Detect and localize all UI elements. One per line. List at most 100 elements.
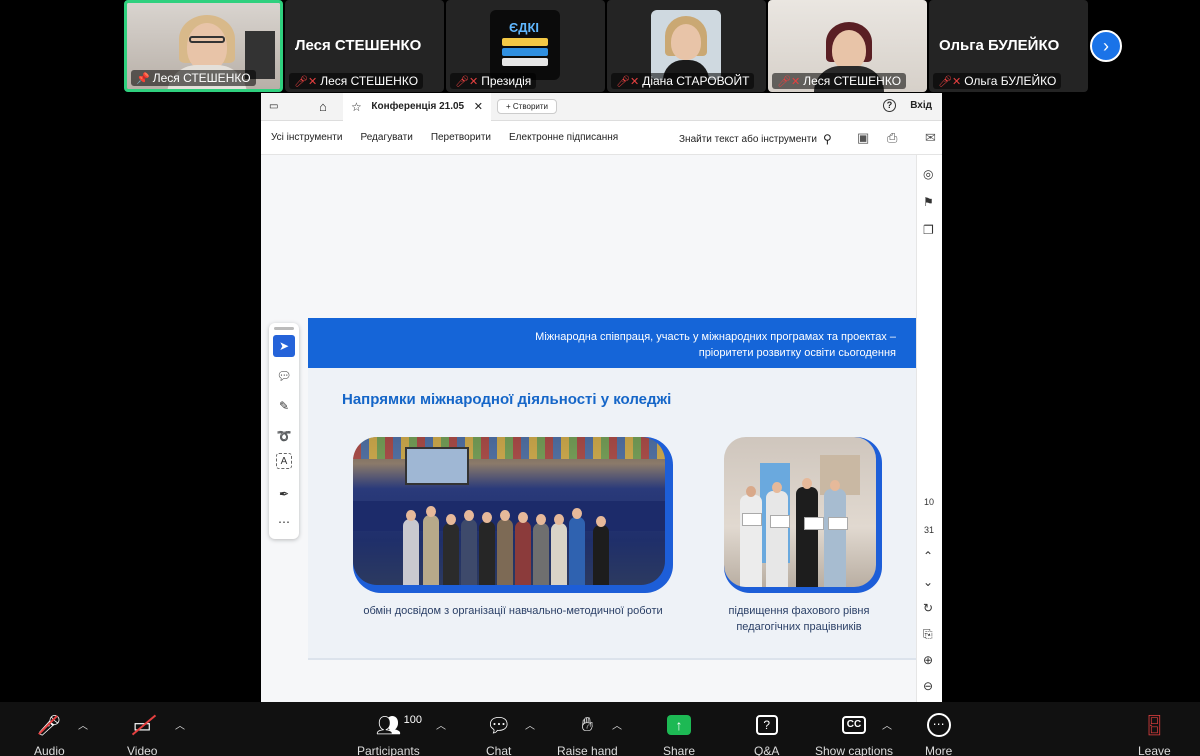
more-icon: ⋯ <box>926 712 951 738</box>
sign-in-button[interactable]: Вхід <box>910 100 932 111</box>
annotation-toolbox: ➤ 💬︎ ✎ ➰ A ✒ ⋯ <box>269 323 299 539</box>
menu-all-tools[interactable]: Усі інструменти <box>271 132 342 143</box>
document-canvas: ➤ 💬︎ ✎ ➰ A ✒ ⋯ Міжнародна співпраця, уча… <box>261 155 916 702</box>
participant-tile[interactable]: 🎤︎✕ Діана СТАРОВОЙТ <box>607 0 766 92</box>
slide-photo-group <box>353 437 673 593</box>
participant-nametag: 🎤︎✕ Президія <box>450 73 537 89</box>
bookmark-icon[interactable]: ⚑ <box>923 195 934 209</box>
pin-icon: 📌 <box>136 72 150 85</box>
toolbox-grip[interactable] <box>274 327 294 330</box>
pen-icon[interactable]: ✎ <box>273 395 295 417</box>
mail-icon[interactable]: ✉ <box>925 130 936 146</box>
participants-count: 100 <box>403 714 423 726</box>
participant-tile[interactable]: 🎤︎✕ Леся СТЕШЕНКО <box>768 0 927 92</box>
leave-button[interactable]: 🚪︎ Leave <box>1138 712 1171 756</box>
slide-header: Міжнародна співпраця, участь у міжнародн… <box>308 318 916 368</box>
hand-icon: ✋︎ <box>581 713 594 736</box>
print-icon[interactable]: ⎙ <box>887 130 897 146</box>
raise-hand-button[interactable]: ✋︎ Raise hand <box>557 712 618 756</box>
save-icon[interactable]: ▣ <box>857 130 869 146</box>
photo-certificates <box>724 437 876 587</box>
photo-caption-2: підвищення фахового рівня педагогічних п… <box>728 605 870 633</box>
participants-button[interactable]: 👥︎ 100 Participants <box>357 712 423 756</box>
participant-nametag: 🎤︎✕ Леся СТЕШЕНКО <box>289 73 424 89</box>
participant-nametag: 🎤︎✕ Діана СТАРОВОЙТ <box>611 73 755 89</box>
shared-screen: ▭ ⌂ ☆ Конференція 21.05 ✕ + Створити ? В… <box>261 93 942 702</box>
presentation-slide: Міжнародна співпраця, участь у міжнародн… <box>308 318 916 660</box>
pages-icon[interactable]: ❐ <box>923 223 934 237</box>
mic-muted-icon: 🎤︎✕ <box>294 75 318 88</box>
pdf-tab-bar: ▭ ⌂ ☆ Конференція 21.05 ✕ + Створити ? В… <box>261 93 942 121</box>
mic-muted-icon: 🎤︎✕ <box>938 75 962 88</box>
reactions-chevron-icon[interactable]: ︿ <box>612 717 622 732</box>
help-icon[interactable]: ? <box>883 99 896 112</box>
video-button[interactable]: ▭ Video <box>127 712 157 756</box>
captions-options-chevron-icon[interactable]: ︿ <box>882 717 892 732</box>
audio-options-chevron-icon[interactable]: ︿ <box>78 717 88 732</box>
menu-e-sign[interactable]: Електронне підписання <box>509 132 618 143</box>
new-tab-button[interactable]: + Створити <box>497 99 557 114</box>
comment-icon[interactable]: 💬︎ <box>273 365 295 387</box>
mic-muted-icon: 🎤︎ <box>36 714 63 737</box>
more-button[interactable]: ⋯ More <box>925 712 952 756</box>
zoom-in-icon[interactable]: ⊕ <box>923 653 933 667</box>
star-icon[interactable]: ☆ <box>351 100 362 114</box>
right-tool-rail: ◎ ⚑ ❐ 10 31 ⌃ ⌄ ↻ ⎘ ⊕ ⊖ <box>916 155 942 702</box>
page-down-icon[interactable]: ⌄ <box>923 575 933 589</box>
search-icon: ⚲ <box>822 132 832 146</box>
slide-title: Напрямки міжнародної діяльності у коледж… <box>342 391 672 408</box>
participant-strip: 📌 Леся СТЕШЕНКО Леся СТЕШЕНКО 🎤︎✕ Леся С… <box>124 0 1088 92</box>
comment-panel-icon[interactable]: ◎ <box>923 167 933 181</box>
close-icon[interactable]: ✕ <box>474 100 483 113</box>
slide-photo-group <box>724 437 882 593</box>
participant-avatar: ЄДКІ <box>490 10 560 80</box>
participant-nametag: 🎤︎✕ Леся СТЕШЕНКО <box>772 73 907 89</box>
meeting-window: 📌 Леся СТЕШЕНКО Леся СТЕШЕНКО 🎤︎✕ Леся С… <box>0 0 1200 756</box>
select-cursor-icon[interactable]: ➤ <box>273 335 295 357</box>
text-box-icon[interactable]: A <box>276 453 292 469</box>
home-icon[interactable]: ⌂ <box>311 93 343 121</box>
captions-icon: CC <box>842 712 867 738</box>
menu-convert[interactable]: Перетворити <box>431 132 491 143</box>
participant-nametag: 📌 Леся СТЕШЕНКО <box>131 70 256 86</box>
pdf-menu-bar: Усі інструменти Редагувати Перетворити Е… <box>261 121 942 155</box>
sign-icon[interactable]: ✒ <box>273 483 295 505</box>
find-tools[interactable]: Знайти текст або інструменти ⚲ <box>679 132 832 146</box>
mic-muted-icon: 🎤︎✕ <box>777 75 801 88</box>
window-icon[interactable]: ▭ <box>261 93 311 121</box>
photo-conference-hall <box>353 437 665 585</box>
audio-button[interactable]: 🎤︎ Audio <box>34 712 65 756</box>
leave-icon: 🚪︎ <box>1141 714 1168 737</box>
chat-options-chevron-icon[interactable]: ︿ <box>525 717 535 732</box>
mic-muted-icon: 🎤︎✕ <box>616 75 640 88</box>
more-tools-icon[interactable]: ⋯ <box>273 511 295 533</box>
current-page-number[interactable]: 10 <box>924 497 934 507</box>
participant-tile[interactable]: Леся СТЕШЕНКО 🎤︎✕ Леся СТЕШЕНКО <box>285 0 444 92</box>
participants-options-chevron-icon[interactable]: ︿ <box>436 717 446 732</box>
mic-muted-icon: 🎤︎✕ <box>455 75 479 88</box>
document-tab[interactable]: ☆ Конференція 21.05 ✕ <box>343 93 491 121</box>
total-pages: 31 <box>924 525 935 535</box>
extract-page-icon[interactable]: ⎘ <box>923 627 933 642</box>
chat-icon: 💬︎ <box>486 714 512 737</box>
zoom-out-icon[interactable]: ⊖ <box>923 679 933 693</box>
participant-tile[interactable]: Ольга БУЛЕЙКО 🎤︎✕ Ольга БУЛЕЙКО <box>929 0 1088 92</box>
menu-edit[interactable]: Редагувати <box>360 132 412 143</box>
slide-divider <box>308 658 916 660</box>
next-page-icon[interactable]: › <box>1090 30 1122 62</box>
video-options-chevron-icon[interactable]: ︿ <box>175 717 185 732</box>
camera-off-icon: ▭ <box>131 712 156 738</box>
participant-tile[interactable]: 📌 Леся СТЕШЕНКО <box>124 0 283 92</box>
rotate-icon[interactable]: ↻ <box>923 601 933 615</box>
qa-button[interactable]: ? Q&A <box>754 712 779 756</box>
participant-tile[interactable]: ЄДКІ 🎤︎✕ Президія <box>446 0 605 92</box>
participants-icon: 👥︎ 100 <box>375 714 423 737</box>
participant-nametag: 🎤︎✕ Ольга БУЛЕЙКО <box>933 73 1062 89</box>
page-up-icon[interactable]: ⌃ <box>923 549 933 563</box>
chat-button[interactable]: 💬︎ Chat <box>486 712 511 756</box>
meeting-toolbar: 🎤︎ Audio ︿ ▭ Video ︿ 👥︎100 Participants … <box>0 702 1200 756</box>
participant-big-name: Леся СТЕШЕНКО <box>295 37 422 54</box>
share-button[interactable]: ↑ Share <box>663 712 695 756</box>
lasso-icon[interactable]: ➰ <box>273 425 295 447</box>
photo-caption-1: обмін досвідом з організації навчально-м… <box>363 605 663 617</box>
